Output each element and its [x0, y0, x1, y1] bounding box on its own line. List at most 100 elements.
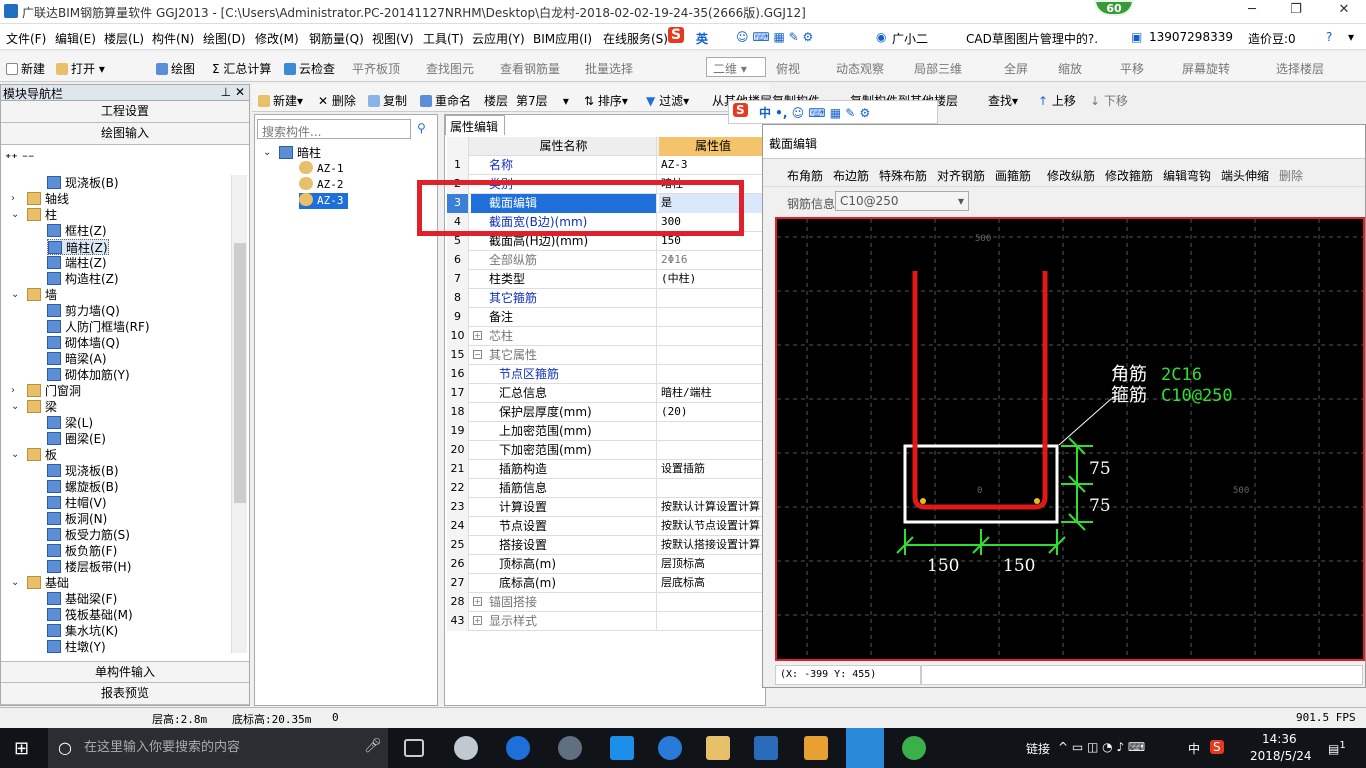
cad-notice[interactable]: CAD草图图片管理中的?. — [966, 30, 1098, 47]
zaojiadou[interactable]: 造价豆:0 — [1248, 30, 1296, 47]
tree-item[interactable]: 砌体墙(Q) — [47, 335, 120, 351]
component-search-input[interactable]: 搜索构件... — [257, 119, 411, 139]
copy-button[interactable]: 复制 — [368, 92, 407, 109]
property-row[interactable]: 7 柱类型 (中柱) — [447, 270, 765, 289]
view-rebar-qty-button[interactable]: 查看钢筋量 — [500, 60, 560, 77]
fan-app-icon[interactable] — [454, 736, 478, 760]
ime-tools-icons[interactable]: ☺ ⌨ ▦ ✎ ⚙ — [736, 30, 813, 44]
property-row[interactable]: 25 搭接设置 按默认搭接设置计算 — [447, 536, 765, 555]
rename-button[interactable]: 重命名 — [420, 92, 471, 109]
tree-item[interactable]: 端柱(Z) — [47, 255, 107, 271]
tree-item[interactable]: 梁(L) — [47, 415, 93, 431]
tree-item[interactable]: 螺旋板(B) — [47, 479, 119, 495]
notification-icon[interactable]: ▤1 — [1328, 740, 1346, 756]
property-row[interactable]: 8 其它箍筋 — [447, 289, 765, 308]
tree-folder[interactable]: 梁 — [27, 399, 57, 415]
tree-item[interactable]: 暗梁(A) — [47, 351, 107, 367]
new-component-button[interactable]: 新建▾ — [258, 92, 303, 109]
align-slab-top-button[interactable]: 平齐板顶 — [352, 60, 400, 77]
property-row[interactable]: 9 备注 — [447, 308, 765, 327]
section-canvas[interactable]: 500 0 500 角筋 2C16 箍筋 C10@250 75 75 150 1… — [775, 217, 1365, 661]
view-mode-select[interactable]: 二维 ▾ — [706, 57, 766, 77]
find-button[interactable]: 查找▾ — [988, 92, 1018, 109]
align-rebar-button[interactable]: 对齐钢筋 — [937, 167, 985, 184]
menu-edit[interactable]: 编辑(E) — [55, 30, 96, 47]
menu-online[interactable]: 在线服务(S) — [603, 30, 668, 47]
glodon-icon[interactable] — [754, 736, 778, 760]
property-row-group[interactable]: 10 + 芯柱 — [447, 327, 765, 346]
assistant-icon[interactable]: ◉ — [876, 30, 886, 44]
modify-long-rebar-button[interactable]: 修改纵筋 — [1047, 167, 1095, 184]
expand-collapse-icons[interactable]: ⁺⁺ ⁻⁻ — [1, 145, 249, 171]
property-row-group[interactable]: 28 + 锚固搭接 — [447, 593, 765, 612]
draw-button[interactable]: 绘图 — [156, 60, 195, 77]
tree-item[interactable]: 板负筋(F) — [47, 543, 117, 559]
menu-bim[interactable]: BIM应用(I) — [533, 30, 592, 47]
tree-item-selected[interactable]: 暗柱(Z) — [47, 239, 109, 255]
batch-select-button[interactable]: 批量选择 — [585, 60, 633, 77]
tree-item[interactable]: 框柱(Z) — [47, 223, 107, 239]
property-row-group[interactable]: 15− 其它属性 — [447, 346, 765, 365]
property-row-group[interactable]: 43 + 显示样式 — [447, 612, 765, 631]
report-preview-button[interactable]: 报表预览 — [1, 683, 249, 705]
lang-indicator[interactable]: 中 — [1188, 740, 1200, 757]
new-button[interactable]: 新建 — [6, 60, 45, 77]
top-view-button[interactable]: 俯视 — [776, 60, 800, 77]
tray-icons[interactable]: ^ ▭ ◫ ◔ ♪ ⌨ — [1058, 740, 1145, 754]
tree-item[interactable]: 板受力筋(S) — [47, 527, 130, 543]
rotate-screen-button[interactable]: 屏幕旋转 — [1182, 60, 1230, 77]
open-button[interactable]: 打开 ▾ — [56, 60, 105, 77]
ie-icon[interactable] — [506, 736, 530, 760]
close-button[interactable]: ✕ — [1334, 2, 1354, 20]
component-item[interactable]: AZ-2 — [299, 177, 344, 193]
property-row[interactable]: 18 保护层厚度(mm) (20) — [447, 403, 765, 422]
scroll-thumb[interactable] — [234, 243, 246, 503]
pan-button[interactable]: 平移 — [1120, 60, 1144, 77]
menu-dropdown-icon[interactable]: ▾ — [1348, 30, 1354, 44]
app-icon-9[interactable] — [804, 736, 828, 760]
property-tab[interactable]: 属性编辑 — [445, 115, 505, 135]
score-badge[interactable]: 60 — [1094, 0, 1134, 16]
menu-file[interactable]: 文件(F) — [6, 30, 46, 47]
sogou-tray-icon[interactable]: S — [1210, 740, 1224, 754]
property-row[interactable]: 6 全部纵筋 2Φ16 — [447, 251, 765, 270]
tree-item[interactable]: 人防门框墙(RF) — [47, 319, 150, 335]
tree-item[interactable]: 板洞(N) — [47, 511, 107, 527]
minimize-button[interactable]: ─ — [1242, 2, 1262, 20]
menu-rebar[interactable]: 钢筋量(Q) — [309, 30, 364, 47]
zoom-button[interactable]: 缩放 — [1058, 60, 1082, 77]
property-row[interactable]: 22 插筋信息 — [447, 479, 765, 498]
property-row[interactable]: 26 顶标高(m) 层顶标高 — [447, 555, 765, 574]
edge-rebar-button[interactable]: 布边筋 — [833, 167, 869, 184]
help-icon[interactable]: ? — [1326, 30, 1332, 44]
user-phone[interactable]: 13907298339 — [1149, 30, 1233, 44]
assistant-label[interactable]: 广小二 — [892, 30, 928, 47]
tree-item[interactable]: 柱墩(Y) — [47, 639, 106, 655]
property-row[interactable]: 20 下加密范围(mm) — [447, 441, 765, 460]
active-app-icon[interactable] — [846, 728, 884, 768]
tree-item[interactable]: 现浇板(B) — [47, 463, 119, 479]
search-icon[interactable]: ⚲ — [417, 121, 426, 135]
component-root[interactable]: 暗柱 — [279, 145, 321, 161]
corner-rebar-button[interactable]: 布角筋 — [787, 167, 823, 184]
menu-floor[interactable]: 楼层(L) — [104, 30, 144, 47]
sort-button[interactable]: ⇅ 排序▾ — [584, 92, 628, 109]
floor-select[interactable]: 第7层 ▾ — [516, 92, 569, 109]
tree-folder[interactable]: 墙 — [27, 287, 57, 303]
property-row[interactable]: 17 汇总信息 暗柱/端柱 — [447, 384, 765, 403]
pin-close-icon[interactable]: ⊥ ✕ — [221, 85, 245, 99]
menu-modify[interactable]: 修改(M) — [255, 30, 299, 47]
tree-folder[interactable]: 板 — [27, 447, 57, 463]
link-label[interactable]: 链接 — [1026, 740, 1050, 757]
property-row[interactable]: 23 计算设置 按默认计算设置计算 — [447, 498, 765, 517]
component-item[interactable]: AZ-1 — [299, 161, 344, 177]
windows-start-icon[interactable]: ⊞ — [14, 738, 29, 759]
property-row[interactable]: 1 名称 AZ-3 — [447, 156, 765, 175]
move-up-button[interactable]: ↑ 上移 — [1038, 92, 1076, 109]
menu-draw[interactable]: 绘图(D) — [203, 30, 246, 47]
restore-button[interactable]: ❐ — [1286, 2, 1306, 20]
find-element-button[interactable]: 查找图元 — [426, 60, 474, 77]
task-view-icon[interactable] — [404, 739, 424, 757]
tree-item[interactable]: 筏板基础(M) — [47, 607, 133, 623]
menu-tools[interactable]: 工具(T) — [423, 30, 464, 47]
